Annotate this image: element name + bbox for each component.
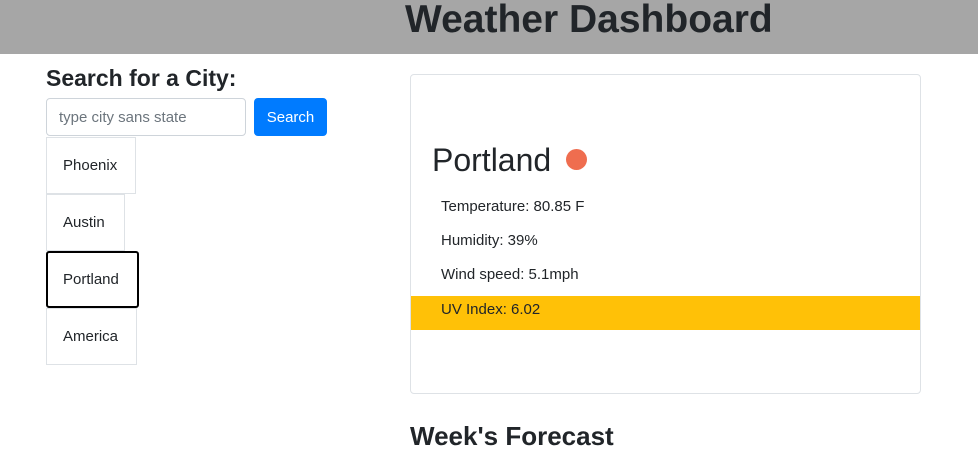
- city-history-item-america[interactable]: America: [46, 308, 137, 365]
- search-heading: Search for a City:: [46, 65, 237, 91]
- city-history-item-phoenix[interactable]: Phoenix: [46, 137, 136, 194]
- city-history-item-austin[interactable]: Austin: [46, 194, 125, 251]
- search-button[interactable]: Search: [254, 98, 327, 136]
- current-city-name: Portland: [432, 142, 552, 178]
- city-history-item-portland[interactable]: Portland: [46, 251, 139, 308]
- city-search-input[interactable]: [46, 98, 246, 136]
- wind-speed-text: Wind speed: 5.1mph: [441, 266, 579, 283]
- humidity-text: Humidity: 39%: [441, 232, 538, 249]
- temperature-text: Temperature: 80.85 F: [441, 198, 585, 215]
- current-weather-card: Portland Temperature: 80.85 F Humidity: …: [410, 74, 921, 394]
- forecast-heading: Week's Forecast: [410, 421, 614, 451]
- uv-index-text: UV Index: 6.02: [441, 301, 541, 318]
- page-title: Weather Dashboard: [405, 0, 773, 41]
- weather-dot-icon: [566, 149, 587, 170]
- page-header: Weather Dashboard: [0, 0, 978, 54]
- uv-index-bar: UV Index: 6.02: [411, 296, 920, 330]
